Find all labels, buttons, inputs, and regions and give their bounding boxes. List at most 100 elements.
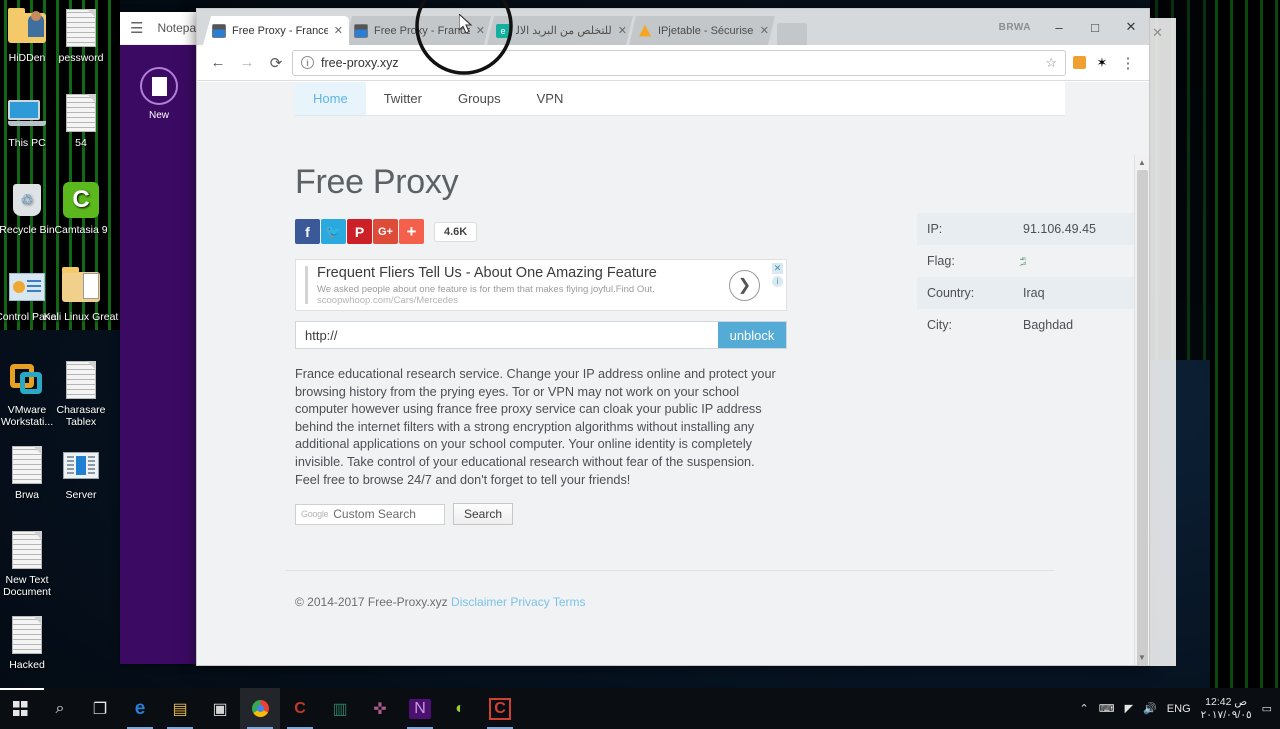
desktop-icon-54[interactable]: 54 [42,93,120,149]
reload-icon[interactable]: ⟳ [263,50,289,76]
notepad-sidebar: New [120,45,198,664]
desktop-icon-new-text-document[interactable]: New Text Document [0,530,66,598]
scrollbar-thumb[interactable] [1137,170,1148,665]
address-bar[interactable]: i free-proxy.xyz ☆ [292,49,1066,76]
tab-close-icon[interactable]: ✕ [334,24,343,37]
taskbar-app-camtasia[interactable]: C [280,688,320,729]
new-tab-button[interactable] [777,23,807,45]
ad-url: scoopwhoop.com/Cars/Mercedes [317,294,458,306]
background-window-edge[interactable] [1150,18,1176,666]
taskbar-app-kali[interactable]: ◐ [440,688,480,729]
footer-link-privacy[interactable]: Privacy [510,595,549,609]
control-panel-icon [7,267,47,307]
volume-icon[interactable]: 🔊 [1143,702,1157,715]
three-dot-menu-icon[interactable]: ⋮ [1115,50,1141,76]
desktop-icon-pessword[interactable]: pessword [42,8,120,64]
ad-close-icon[interactable]: ✕ [772,263,783,274]
taskbar-app-chrome[interactable] [240,688,280,729]
url-input[interactable] [296,322,718,348]
desktop-icon-server[interactable]: Server [42,445,120,501]
desktop-icon-hacked[interactable]: Hacked [0,615,66,671]
chevron-up-icon[interactable]: ⌃ [1080,702,1089,715]
tab-close-icon[interactable]: ✕ [476,24,485,37]
taskbar-app-onenote[interactable]: N [400,688,440,729]
share-count: 4.6K [434,221,478,242]
browser-tab-0[interactable]: Free Proxy - France Prox ✕ [203,16,349,45]
taskbar-app-vmware[interactable]: ▥ [320,688,360,729]
addthis-share-icon[interactable]: + [399,219,424,244]
nav-item-twitter[interactable]: Twitter [366,82,440,115]
clock-date: ٢٠١٧/٠٩/٠٥ [1200,708,1252,721]
info-circle-icon[interactable]: i [301,56,314,69]
twitter-share-icon[interactable]: 🐦 [321,219,346,244]
desktop-icon-camtasia[interactable]: C Camtasia 9 [42,180,120,236]
table-row: Country: Iraq [917,277,1149,309]
nav-item-groups[interactable]: Groups [440,82,519,115]
document-icon [7,615,47,655]
vmware-icon [7,360,47,400]
task-view-icon[interactable]: ❐ [80,688,120,729]
browser-tab-2[interactable]: للتخلص من البريد الالكترو ✕ [487,16,633,45]
search-icon[interactable]: ⌕ [40,688,80,729]
back-arrow-icon[interactable]: ← [205,50,231,76]
close-button[interactable]: ✕ [1113,12,1149,42]
server-icon [61,445,101,485]
row-key: Country: [927,286,975,300]
advertisement-banner[interactable]: Frequent Fliers Tell Us - About One Amaz… [295,259,787,311]
search-button[interactable]: Search [453,503,514,526]
language-indicator[interactable]: ENG [1167,703,1191,715]
scroll-down-arrow-icon[interactable]: ▼ [1135,650,1149,665]
scroll-up-arrow-icon[interactable]: ▲ [1135,155,1149,170]
desktop-icon-label: Hacked [9,659,45,671]
notepad-new-button[interactable]: New [120,67,198,121]
footer-link-terms[interactable]: Terms [553,595,586,609]
unblock-button[interactable]: unblock [718,322,786,348]
desktop-icon-kali-linux[interactable]: Kali Linux Great [42,267,120,323]
hamburger-icon[interactable]: ☰ [130,19,143,37]
ad-next-arrow-icon[interactable]: ❯ [729,269,760,301]
desktop-icon-charasare-tablex[interactable]: Charasare Tablex [42,360,120,428]
search-input[interactable]: Google Custom Search [295,503,445,525]
taskbar-app-store[interactable]: ▣ [200,688,240,729]
ad-title[interactable]: Frequent Fliers Tell Us - About One Amaz… [317,265,729,282]
ad-info-icon[interactable]: i [772,276,783,287]
profile-label[interactable]: BRWA [999,22,1031,33]
desktop-icon-label: pessword [58,52,104,64]
maximize-button[interactable]: □ [1077,12,1113,42]
tab-close-icon[interactable]: ✕ [618,24,627,37]
background-window-close-icon[interactable]: ✕ [1152,25,1163,41]
chrome-browser-window[interactable]: Free Proxy - France Prox ✕ Free Proxy - … [196,8,1150,666]
tab-close-icon[interactable]: ✕ [760,24,769,37]
taskbar-app-explorer[interactable]: ▤ [160,688,200,729]
table-row: City: Baghdad [917,309,1149,341]
nav-label: Home [313,91,348,106]
googleplus-share-icon[interactable]: G+ [373,219,398,244]
keyboard-icon[interactable]: ⌨ [1099,702,1115,715]
extension-star-icon[interactable]: ✶ [1092,53,1112,73]
windows-start-icon[interactable] [0,688,40,729]
page-title: Free Proxy [295,163,459,201]
site-navbar: Home Twitter Groups VPN [295,82,1065,116]
camtasia-icon: C [61,180,101,220]
star-icon[interactable]: ☆ [1045,55,1057,71]
minimize-button[interactable]: – [1041,12,1077,42]
browser-tab-3[interactable]: IPjetable - Sécurisez vot ✕ [629,16,775,45]
pinterest-share-icon[interactable]: P [347,219,372,244]
nav-label: VPN [536,91,564,106]
clock-time: 12:42 ص [1205,695,1248,708]
taskbar-app-paint[interactable]: ✜ [360,688,400,729]
nav-item-vpn[interactable]: VPN [519,82,582,115]
wifi-icon[interactable]: ◤ [1125,702,1133,715]
clock[interactable]: 12:42 ص ٢٠١٧/٠٩/٠٥ [1201,696,1252,722]
page-scrollbar[interactable]: ▲ ▼ [1134,155,1149,665]
facebook-share-icon[interactable]: f [295,219,320,244]
forward-arrow-icon[interactable]: → [234,50,260,76]
taskbar-app-edge[interactable]: e [120,688,160,729]
page-content: Home Twitter Groups VPN Free Proxy f 🐦 P [285,82,1065,665]
nav-item-home[interactable]: Home [295,82,366,115]
extension-icon[interactable] [1069,53,1089,73]
footer-link-disclaimer[interactable]: Disclaimer [451,595,507,609]
taskbar-app-camtasia-2[interactable]: C [480,688,520,729]
recycle-bin-icon: ♲ [7,180,47,220]
notification-icon[interactable]: ▭ [1262,702,1272,715]
